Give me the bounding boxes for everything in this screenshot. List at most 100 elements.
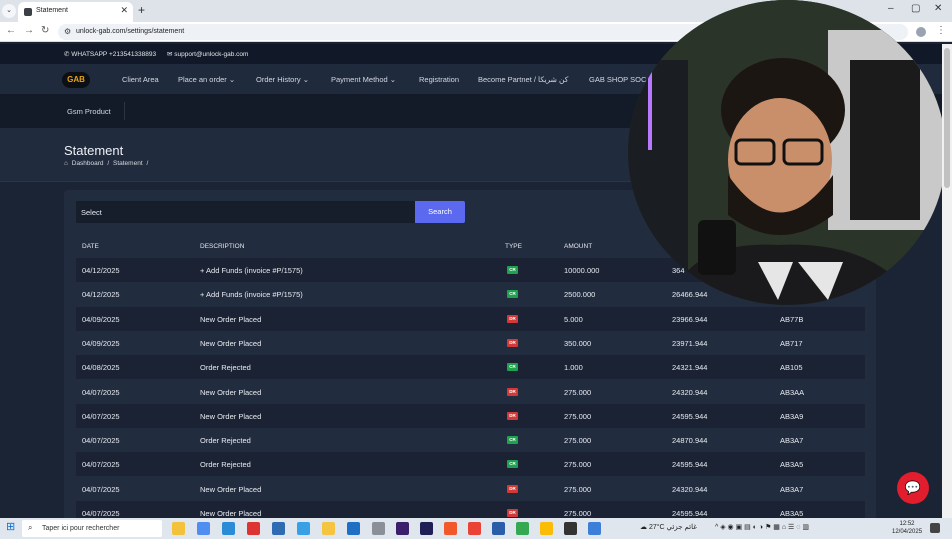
nav-gab-shop[interactable]: GAB SHOP SOC: [589, 75, 646, 84]
clock-date: 12/04/2025: [892, 529, 923, 535]
notification-icon[interactable]: [930, 523, 940, 533]
table-row: 04/08/2025 Order Rejected 1.000 24321.944 AB…: [76, 355, 865, 380]
search-icon: ⌕: [28, 523, 33, 532]
cell-balance: 24320.944: [672, 484, 708, 494]
profile-avatar-icon[interactable]: [916, 27, 926, 37]
tab-menu-button[interactable]: ⌄: [2, 4, 16, 18]
cell-amount: 275.000: [564, 411, 592, 421]
column-header-date[interactable]: DATE: [82, 243, 99, 250]
taskview-icon[interactable]: [172, 522, 185, 535]
app-icon[interactable]: [588, 522, 601, 535]
back-icon[interactable]: ←: [6, 25, 16, 36]
table-row: 04/07/2025 Order Rejected 275.000 24870.944…: [76, 428, 865, 453]
chat-button[interactable]: 💬: [897, 472, 929, 504]
close-icon[interactable]: ✕: [120, 5, 128, 16]
brave-icon[interactable]: [444, 522, 457, 535]
table-row: 04/07/2025 New Order Placed 275.000 24595.9…: [76, 403, 865, 428]
clock[interactable]: 12:52 12/04/2025: [892, 520, 922, 536]
nav-become-partner[interactable]: Become Partnet / كن شريكا: [478, 75, 568, 84]
window-close-icon[interactable]: ✕: [934, 3, 942, 14]
windows-taskbar: ⊞ ⌕ Taper ici pour rechercher ☁ 27°C غائ…: [0, 518, 952, 539]
column-header-description[interactable]: DESCRIPTION: [200, 243, 244, 250]
page-scrollbar[interactable]: [942, 44, 952, 518]
windows-start-icon[interactable]: ⊞: [6, 522, 17, 533]
webcam-person-image: [628, 0, 946, 305]
cell-reference: AB3A5: [780, 460, 804, 470]
minimize-icon[interactable]: –: [888, 3, 894, 14]
explorer-icon[interactable]: [322, 522, 335, 535]
app-icon[interactable]: [372, 522, 385, 535]
cell-balance: 24870.944: [672, 436, 708, 446]
browser-menu-icon[interactable]: ⋮: [936, 25, 946, 36]
column-header-type[interactable]: TYPE: [505, 243, 522, 250]
nav-place-order[interactable]: Place an order ⌄: [178, 75, 235, 84]
nav-gsm-product[interactable]: Gsm Product: [67, 107, 111, 116]
chrome-icon[interactable]: [468, 522, 481, 535]
outlook-icon[interactable]: [347, 522, 360, 535]
app-icon[interactable]: [492, 522, 505, 535]
cell-date: 04/09/2025: [82, 338, 120, 348]
breadcrumb-statement: Statement: [113, 160, 143, 167]
scrollbar-thumb[interactable]: [944, 48, 950, 188]
cell-amount: 275.000: [564, 460, 592, 470]
type-badge: CR: [507, 266, 518, 274]
nav-order-history[interactable]: Order History ⌄: [256, 75, 309, 84]
cell-amount: 1.000: [564, 363, 583, 373]
reload-icon[interactable]: ↻: [41, 25, 49, 36]
cell-reference: AB717: [780, 338, 803, 348]
cell-reference: AB77B: [780, 314, 804, 324]
cell-date: 04/07/2025: [82, 509, 120, 518]
weather-temp: 27°C: [648, 524, 665, 531]
cell-description: New Order Placed: [200, 411, 262, 421]
cell-date: 04/09/2025: [82, 314, 120, 324]
browser-tab[interactable]: Statement ✕: [18, 2, 133, 22]
weather-widget[interactable]: ☁ 27°C غائم جزئي: [640, 523, 697, 531]
site-info-icon[interactable]: ⚙: [64, 27, 71, 36]
after-effects-icon[interactable]: [420, 522, 433, 535]
maximize-icon[interactable]: ▢: [911, 3, 920, 14]
url-text: unlock-gab.com/settings/statement: [76, 28, 185, 35]
type-badge: CR: [507, 436, 518, 445]
column-header-amount[interactable]: AMOUNT: [564, 243, 592, 250]
chrome-icon[interactable]: [516, 522, 529, 535]
weather-condition: غائم جزئي: [666, 524, 697, 531]
breadcrumb-separator: /: [146, 160, 149, 167]
breadcrumb-separator: /: [107, 160, 110, 167]
files-icon[interactable]: [197, 522, 210, 535]
edge-icon[interactable]: [222, 522, 235, 535]
cell-date: 04/07/2025: [82, 411, 120, 421]
cell-description: + Add Funds (invoice #P/1575): [200, 290, 303, 300]
taskbar-search-placeholder: Taper ici pour rechercher: [42, 525, 120, 532]
forward-icon[interactable]: →: [24, 25, 34, 36]
chevron-down-icon: ⌄: [228, 75, 236, 84]
new-tab-button[interactable]: +: [138, 3, 145, 17]
nav-payment-method[interactable]: Payment Method ⌄: [331, 75, 396, 84]
site-logo[interactable]: GAB: [62, 72, 90, 88]
chrome-icon[interactable]: [540, 522, 553, 535]
cell-description: New Order Placed: [200, 314, 262, 324]
tray-icons[interactable]: ^ ◈ ◉ ▣ ▤ ◐ ◑ ⚑ ▦ ⌂ ☰ ◌ ▥: [715, 523, 809, 531]
cell-reference: AB3A7: [780, 436, 804, 446]
cell-amount: 5.000: [564, 314, 583, 324]
taskbar-search[interactable]: ⌕ Taper ici pour rechercher: [22, 520, 162, 537]
app-icon[interactable]: [564, 522, 577, 535]
type-badge: DR: [507, 314, 518, 323]
type-badge: CR: [507, 460, 518, 469]
breadcrumb-dashboard[interactable]: Dashboard: [72, 160, 104, 167]
nav-client-area[interactable]: Client Area: [122, 75, 159, 84]
search-button[interactable]: Search: [415, 201, 465, 223]
tab-title: Statement: [36, 7, 68, 14]
whatsapp-contact[interactable]: ✆ WHATSAPP +213541338893: [64, 50, 156, 58]
nav-registration[interactable]: Registration: [419, 75, 459, 84]
app-icon[interactable]: [272, 522, 285, 535]
email-contact[interactable]: ✉ support@unlock-gab.com: [167, 50, 248, 58]
premiere-icon[interactable]: [396, 522, 409, 535]
filter-select[interactable]: Select: [76, 201, 415, 223]
cell-reference: AB105: [780, 363, 803, 373]
favicon-icon: [24, 8, 32, 16]
cell-reference: AB3A5: [780, 509, 804, 518]
app-icon[interactable]: [247, 522, 260, 535]
telegram-icon[interactable]: [297, 522, 310, 535]
table-row: 04/07/2025 Order Rejected 275.000 24595.944…: [76, 452, 865, 477]
cell-description: New Order Placed: [200, 484, 262, 494]
